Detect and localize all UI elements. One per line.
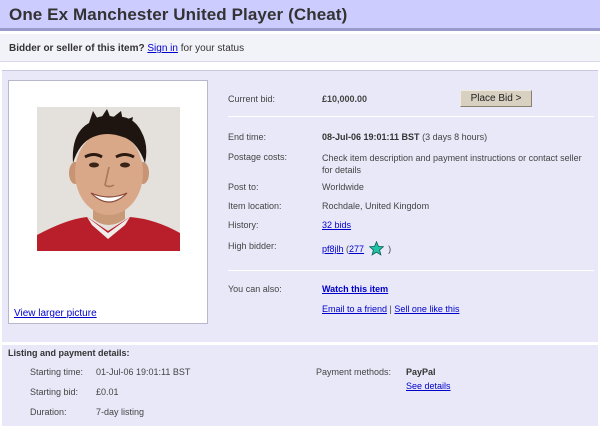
divider-line	[228, 270, 594, 271]
post-to-label: Post to:	[228, 182, 259, 192]
see-details-link[interactable]: See details	[406, 381, 451, 391]
bid-history-link[interactable]: 32 bids	[322, 220, 351, 230]
item-location-label: Item location:	[228, 201, 282, 211]
link-divider: |	[389, 304, 392, 314]
you-can-also-label: You can also:	[228, 284, 282, 294]
item-summary-panel: View larger picture Current bid: £10,000…	[2, 70, 598, 342]
item-photo[interactable]	[37, 107, 180, 251]
history-label: History:	[228, 220, 259, 230]
duration-label: Duration:	[30, 407, 67, 417]
title-bar: One Ex Manchester United Player (Cheat)	[0, 0, 600, 31]
high-bidder-label: High bidder:	[228, 241, 277, 251]
duration-value: 7-day listing	[96, 407, 145, 417]
postage-value: Check item description and payment instr…	[322, 153, 582, 175]
status-prompt: Bidder or seller of this item?	[9, 43, 145, 54]
place-bid-button[interactable]: Place Bid >	[460, 90, 532, 107]
current-bid-label: Current bid:	[228, 94, 276, 104]
sign-in-link[interactable]: Sign in	[147, 43, 178, 54]
item-location-value: Rochdale, United Kingdom	[322, 201, 430, 211]
payment-methods-value: PayPal	[406, 367, 436, 377]
player-portrait-image	[37, 107, 180, 251]
listing-heading: Listing and payment details:	[8, 348, 130, 358]
feedback-star-icon[interactable]	[368, 241, 384, 256]
starting-time-value: 01-Jul-06 19:01:11 BST	[96, 367, 191, 377]
starting-time-label: Starting time:	[30, 367, 84, 377]
end-time-label: End time:	[228, 132, 267, 142]
page-title: One Ex Manchester United Player (Cheat)	[9, 5, 348, 24]
view-larger-picture-link[interactable]: View larger picture	[14, 308, 97, 319]
starting-bid-label: Starting bid:	[30, 387, 79, 397]
time-remaining: (3 days 8 hours)	[422, 132, 488, 142]
divider-line	[228, 116, 594, 117]
postage-label: Postage costs:	[228, 152, 288, 162]
sell-one-like-this-link[interactable]: Sell one like this	[394, 304, 459, 314]
current-bid-value: £10,000.00	[322, 94, 368, 104]
watch-item-link[interactable]: Watch this item	[322, 284, 388, 294]
feedback-score-link[interactable]: 277	[349, 244, 364, 254]
starting-bid-value: £0.01	[96, 387, 119, 397]
post-to-value: Worldwide	[322, 182, 364, 192]
payment-methods-label: Payment methods:	[316, 367, 392, 377]
end-time-value: 08-Jul-06 19:01:11 BST	[322, 132, 420, 142]
feedback-close-paren: )	[388, 244, 392, 254]
email-friend-link[interactable]: Email to a friend	[322, 304, 387, 314]
high-bidder-link[interactable]: pf8jlh	[322, 244, 344, 254]
sign-in-status-bar: Bidder or seller of this item? Sign in f…	[0, 34, 600, 62]
item-photo-box: View larger picture	[8, 80, 208, 324]
status-suffix: for your status	[180, 43, 245, 54]
listing-payment-panel: Listing and payment details: Starting ti…	[2, 343, 598, 426]
